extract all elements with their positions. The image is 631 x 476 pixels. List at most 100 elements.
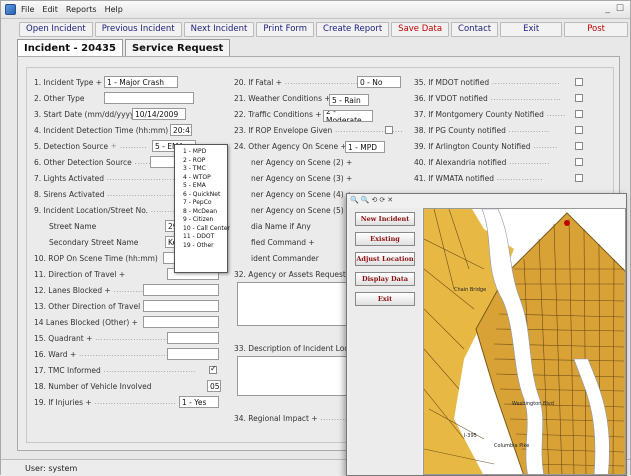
tmc-informed-checkbox[interactable]	[209, 364, 217, 374]
dropdown-option[interactable]: 2 - ROP	[175, 157, 227, 166]
vdot-checkbox[interactable]	[575, 94, 583, 102]
sirens-activated-label: 8. Sirens Activated	[34, 189, 105, 199]
minimize-icon[interactable]: _	[605, 4, 610, 14]
rotate-icon[interactable]: ⟳	[379, 196, 385, 205]
mdot-checkbox[interactable]	[575, 78, 583, 86]
quadrant-select[interactable]	[167, 332, 219, 344]
other-agency-3-label: ner Agency on Scene (3) +	[251, 173, 353, 183]
lanes-blocked-label: 12. Lanes Blocked +	[34, 285, 111, 295]
window-controls: _ ☐	[605, 4, 624, 14]
map-exit-button[interactable]: Exit	[355, 292, 415, 306]
map-window: 🔍 🔍 ⟲ ⟳ ✕ New Incident Existing Adjust L…	[346, 193, 627, 476]
other-detection-source-label: 6. Other Detection Source	[34, 157, 132, 167]
dropdown-option[interactable]: 6 - QuickNet	[175, 191, 227, 200]
dropdown-option[interactable]: 19 - Other	[175, 242, 227, 251]
weather-select[interactable]: 5 - Rain	[329, 94, 369, 106]
vdot-label: 36. If VDOT notified	[414, 93, 488, 103]
menu-help[interactable]: Help	[105, 5, 123, 14]
direction-of-travel-label: 11. Direction of Travel +	[34, 269, 126, 279]
dropdown-option[interactable]: 9 - Citizen	[175, 216, 227, 225]
menu-file[interactable]: File	[21, 5, 34, 14]
vehicles-involved-input[interactable]: 05	[207, 380, 221, 392]
app-icon	[5, 4, 16, 15]
dropdown-option[interactable]: 3 - TMC	[175, 165, 227, 174]
menu-reports[interactable]: Reports	[66, 5, 97, 14]
montgomery-checkbox[interactable]	[575, 110, 583, 118]
zoom-in-icon[interactable]: 🔍	[350, 196, 359, 205]
adjust-location-button[interactable]: Adjust Location	[355, 252, 415, 266]
incident-type-select[interactable]: 1 - Major Crash	[104, 76, 178, 88]
detection-source-label: 5. Detection Source	[34, 141, 109, 151]
field-12-label-row: 12. Lanes Blocked + ...........	[34, 285, 144, 295]
wmata-checkbox[interactable]	[575, 174, 583, 182]
dropdown-option[interactable]: 5 - EMA	[175, 182, 227, 191]
if-injuries-select[interactable]: 1 - Yes	[179, 396, 219, 408]
previous-incident-button[interactable]: Previous Incident	[94, 21, 182, 37]
zoom-out-icon[interactable]: 🔍	[361, 196, 370, 205]
street-name-label-row: Street Name	[49, 220, 96, 232]
existing-button[interactable]: Existing	[355, 232, 415, 246]
start-date-label: 3. Start Date (mm/dd/yyyy)	[34, 109, 138, 119]
traffic-select[interactable]: 2 - Moderate	[323, 110, 373, 122]
save-data-button[interactable]: Save Data	[391, 21, 450, 37]
other-agency-label: 24. Other Agency On Scene +	[234, 141, 347, 151]
field-14-label-row: 14 Lanes Blocked (Other) +	[34, 316, 138, 328]
map-canvas[interactable]: Washington Blvd Columbia Pike I-395 Chai…	[423, 208, 626, 475]
chain-bridge-label: Chain Bridge	[454, 287, 486, 293]
lanes-blocked-other-input[interactable]	[143, 316, 219, 328]
tab-service-request[interactable]: Service Request	[124, 39, 231, 56]
exit-button[interactable]: Exit	[500, 21, 563, 37]
create-report-button[interactable]: Create Report	[316, 21, 390, 37]
arlington-checkbox[interactable]	[575, 142, 583, 150]
print-form-button[interactable]: Print Form	[256, 21, 315, 37]
other-agency-select[interactable]: 1 - MPD	[345, 141, 385, 153]
pg-county-checkbox[interactable]	[575, 126, 583, 134]
dropdown-option[interactable]: 10 - Call Center	[175, 225, 230, 234]
incident-location-label: 9. Incident Location/Street No.	[34, 205, 149, 215]
alexandria-checkbox[interactable]	[575, 158, 583, 166]
tab-bar: Incident - 20435 Service Request	[17, 39, 232, 56]
field-26-label-row: ner Agency on Scene (3) +	[251, 172, 352, 184]
field-20-label-row: 20. If Fatal + .........................…	[234, 77, 370, 87]
dropdown-option[interactable]: 1 - MPD	[175, 148, 227, 157]
lanes-blocked-select[interactable]	[143, 284, 219, 296]
other-type-input[interactable]	[104, 92, 194, 104]
pg-county-label: 38. If PG County notified	[414, 125, 506, 135]
dc-road-map[interactable]: Washington Blvd Columbia Pike I-395 Chai…	[424, 209, 626, 475]
dropdown-option[interactable]: 11 - DDOT	[175, 233, 227, 242]
close-icon[interactable]: ✕	[387, 196, 393, 205]
lights-activated-label: 7. Lights Activated	[34, 173, 105, 183]
open-incident-button[interactable]: Open Incident	[19, 21, 93, 37]
refresh-icon[interactable]: ⟲	[371, 196, 377, 205]
toolbar: Open Incident Previous Incident Next Inc…	[1, 21, 630, 37]
field-2-label-row: 2. Other Type	[34, 92, 84, 104]
field-18-label-row: 18. Number of Vehicle Involved	[34, 380, 152, 392]
rop-envelope-label: 23. If ROP Envelope Given	[234, 125, 333, 135]
next-incident-button[interactable]: Next Incident	[183, 21, 255, 37]
menu-edit[interactable]: Edit	[42, 5, 58, 14]
rop-envelope-checkbox[interactable]	[385, 126, 393, 134]
other-direction-input[interactable]	[143, 300, 219, 312]
dropdown-option[interactable]: 8 - McDean	[175, 208, 227, 217]
columbia-pike-label: Columbia Pike	[494, 443, 529, 449]
new-incident-button[interactable]: New Incident	[355, 212, 415, 226]
if-fatal-select[interactable]: 0 - No	[357, 76, 401, 88]
vehicles-involved-label: 18. Number of Vehicle Involved	[34, 381, 152, 391]
dropdown-option[interactable]: 7 - PepCo	[175, 199, 227, 208]
ward-label: 16. Ward +	[34, 349, 77, 359]
post-button[interactable]: Post	[564, 21, 629, 37]
field-9-label-row: 9. Incident Location/Street No. ........…	[34, 205, 179, 215]
mdot-label: 35. If MDOT notified	[414, 77, 490, 87]
display-data-button[interactable]: Display Data	[355, 272, 415, 286]
maximize-icon[interactable]: ☐	[616, 4, 624, 14]
ward-select[interactable]	[167, 348, 219, 360]
dropdown-option[interactable]: 4 - WTOP	[175, 174, 227, 183]
incident-marker-icon[interactable]	[564, 220, 570, 226]
contact-button[interactable]: Contact	[451, 21, 499, 37]
field-3-label-row: 3. Start Date (mm/dd/yyyy)	[34, 108, 137, 120]
start-date-input[interactable]: 10/14/2009	[132, 108, 186, 120]
detection-time-input[interactable]: 20:41	[170, 124, 192, 136]
field-38-label-row: 38. If PG County notified ..............…	[414, 125, 550, 135]
tab-incident[interactable]: Incident - 20435	[17, 39, 123, 56]
field-30-label-row: fied Command +	[251, 236, 315, 248]
